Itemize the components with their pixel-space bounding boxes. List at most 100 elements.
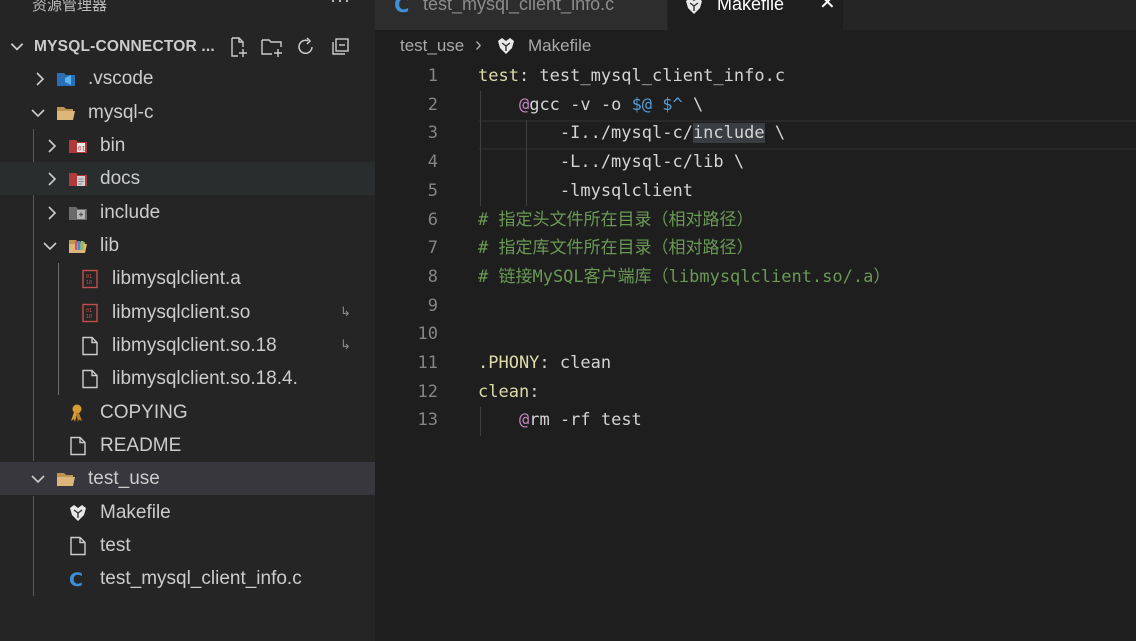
code-editor[interactable]: 1 2 3 4 5 6 7 8 9 10 11 12 13 test: test_mysql_clien… — [375, 62, 1136, 641]
tree-item-label: lib — [100, 235, 120, 256]
code-token: -lmysqlclient — [478, 180, 693, 201]
tab-makefile[interactable]: Makefile ✕ — [668, 0, 843, 30]
collapse-all-icon[interactable] — [326, 35, 354, 59]
symlink-badge: ↳ — [340, 337, 351, 352]
code-line: -L../mysql-c/lib \ — [478, 148, 744, 177]
code-token: -I../mysql-c/ — [478, 123, 693, 144]
license-icon — [71, 404, 82, 422]
code-token: : clean — [539, 353, 612, 373]
tab-test-mysql-client-info-c[interactable]: C test_mysql_client_info.c — [375, 0, 667, 30]
vscode-folder-icon — [57, 73, 75, 86]
makefile-icon — [686, 0, 702, 14]
binary-file-icon: 0110 — [82, 269, 98, 289]
breadcrumb-file[interactable]: Makefile — [528, 36, 591, 56]
tree-item-label: libmysqlclient.so.18.4. — [112, 368, 298, 389]
code-token: \ — [764, 123, 786, 144]
include-folder-icon — [69, 207, 87, 220]
tree-item-label: libmysqlclient.a — [112, 268, 241, 289]
symlink-badge: ↳ — [340, 304, 351, 319]
explorer-sidebar: 资源管理器 ··· MYSQL-CONNECTOR ... .vscode my… — [0, 0, 375, 641]
refresh-icon[interactable] — [292, 35, 320, 59]
tree-item-label: bin — [100, 135, 126, 156]
svg-text:C: C — [69, 569, 83, 589]
chevron-right-icon — [48, 139, 57, 153]
lib-folder-icon — [69, 240, 87, 253]
tree-item-label: test_mysql_client_info.c — [100, 568, 302, 589]
line-number: 8 — [427, 266, 438, 287]
tree-item-libmysqlclient-so-18[interactable]: libmysqlclient.so.18 ↳ — [0, 329, 375, 362]
tree-item-test[interactable]: test — [0, 529, 375, 562]
new-folder-icon[interactable] — [258, 35, 286, 59]
line-number: 9 — [427, 295, 438, 316]
code-token: # 链接MySQL客户端库（libmysqlclient.so/.a） — [478, 266, 891, 287]
file-icon — [70, 536, 86, 556]
binary-file-icon: 0110 — [82, 303, 98, 323]
line-number: 3 — [427, 123, 438, 144]
c-file-icon: C — [394, 0, 409, 16]
line-number: 2 — [427, 94, 438, 115]
folder-open-icon — [57, 107, 75, 120]
more-actions-icon[interactable]: ··· — [330, 0, 351, 11]
tree-item-copying[interactable]: COPYING — [0, 396, 375, 429]
tree-item-label: test_use — [88, 468, 160, 489]
tree-item-include[interactable]: include — [0, 196, 375, 229]
svg-text:10: 10 — [86, 314, 92, 320]
workspace-section-header[interactable]: MYSQL-CONNECTOR ... — [0, 33, 375, 59]
code-token: @ — [518, 94, 530, 115]
docs-folder-icon — [69, 173, 87, 186]
code-token: gcc -v -o — [529, 94, 632, 115]
chevron-down-icon — [43, 242, 57, 251]
explorer-title: 资源管理器 — [32, 0, 108, 14]
file-icon — [82, 369, 98, 389]
code-token: include — [692, 123, 765, 144]
tab-label: test_mysql_client_info.c — [423, 0, 615, 14]
tree-item-lib[interactable]: lib — [0, 229, 375, 262]
tree-item-test-mysql-client-info-c[interactable]: C test_mysql_client_info.c — [0, 562, 375, 595]
bin-folder-icon: 01 — [69, 140, 87, 153]
tree-item-makefile[interactable]: Makefile — [0, 496, 375, 529]
tree-item-label: test — [100, 535, 131, 556]
new-file-icon[interactable] — [224, 35, 252, 59]
code-line: test: test_mysql_client_info.c — [478, 62, 785, 91]
tree-item-bin[interactable]: 01 bin — [0, 129, 375, 162]
code-token: @ — [518, 410, 530, 431]
chevron-down-icon — [10, 43, 24, 51]
tree-item-libmysqlclient-a[interactable]: 01 10 libmysqlclient.a — [0, 262, 375, 295]
tab-label: Makefile — [717, 0, 785, 14]
code-token: -L../mysql-c/lib \ — [478, 152, 745, 173]
tree-item-readme[interactable]: README — [0, 429, 375, 462]
c-file-icon: C — [69, 569, 83, 589]
line-number: 5 — [427, 180, 438, 201]
tree-item-label: README — [100, 435, 182, 456]
breadcrumb-folder[interactable]: test_use — [400, 36, 464, 56]
code-token: rm -rf test — [529, 410, 642, 431]
code-line: @gcc -v -o $@ $^ \ — [478, 91, 703, 120]
tree-item-libmysqlclient-so-18-4[interactable]: libmysqlclient.so.18.4. — [0, 362, 375, 395]
file-icon — [70, 436, 86, 456]
code-token: .PHONY — [478, 353, 540, 373]
tree-item-label: Makefile — [100, 502, 171, 523]
tree-item-vscode[interactable]: .vscode — [0, 62, 375, 95]
tree-item-test-use[interactable]: test_use — [0, 462, 375, 495]
chevron-right-icon — [48, 172, 57, 186]
svg-text:10: 10 — [86, 280, 92, 286]
tree-item-libmysqlclient-so[interactable]: 01 10 libmysqlclient.so ↳ — [0, 296, 375, 329]
chevron-down-icon — [31, 475, 45, 484]
makefile-icon — [70, 505, 86, 521]
tree-item-mysql-c[interactable]: mysql-c — [0, 96, 375, 129]
code-token: $@ — [631, 94, 653, 115]
code-line: clean: — [478, 378, 539, 407]
line-number: 4 — [427, 152, 438, 173]
editor-tab-bar: C test_mysql_client_info.c Makefile ✕ — [375, 0, 1136, 30]
tree-item-docs[interactable]: docs — [0, 162, 375, 195]
tree-item-label: docs — [100, 168, 141, 189]
code-line: -lmysqlclient — [478, 177, 693, 206]
code-line: # 指定头文件所在目录（相对路径） — [478, 206, 753, 235]
tree-item-label: libmysqlclient.so — [112, 302, 251, 323]
code-token: : test_mysql_client_info.c — [518, 66, 786, 86]
svg-text:01: 01 — [78, 146, 86, 153]
close-icon[interactable]: ✕ — [819, 0, 836, 15]
